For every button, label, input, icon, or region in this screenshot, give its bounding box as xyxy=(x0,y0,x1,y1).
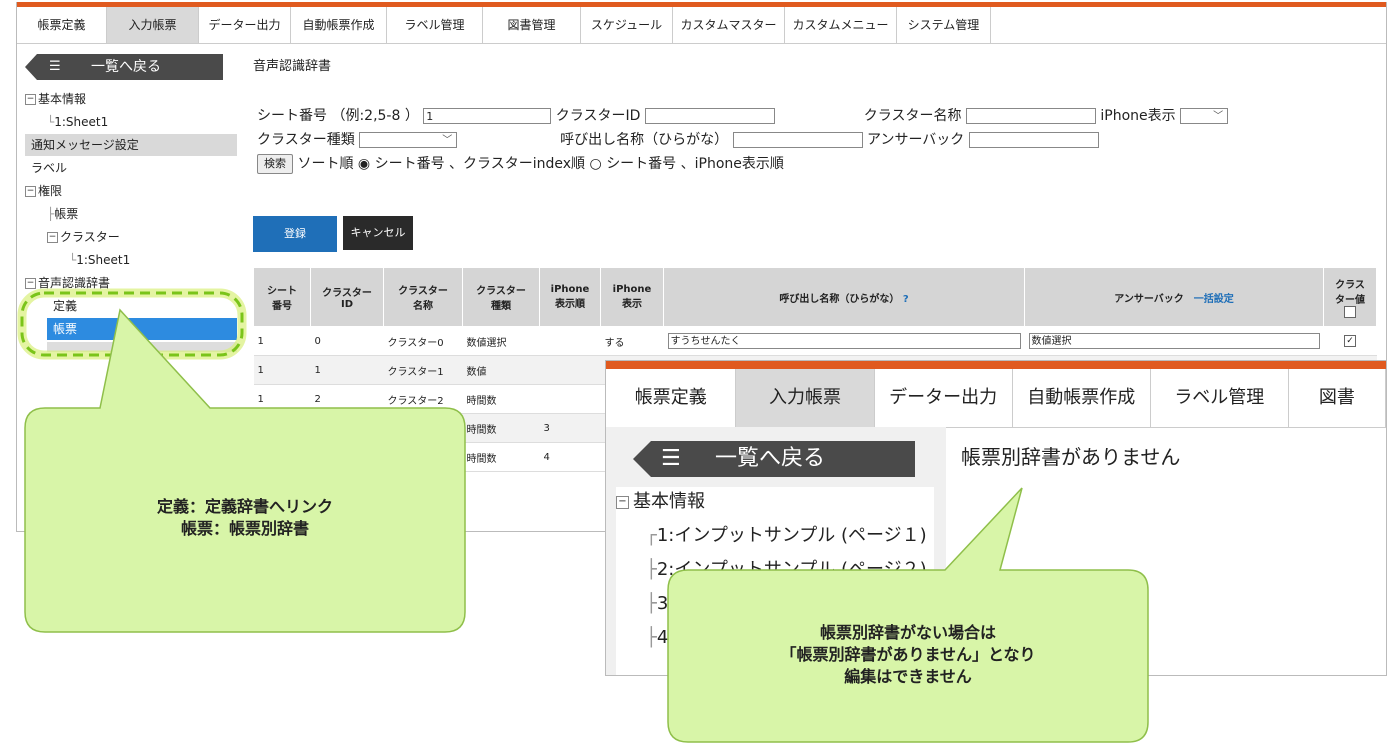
callout-left-text: 定義：定義辞書へリンク 帳票：帳票別辞書 xyxy=(156,497,333,538)
callout-right xyxy=(667,487,1149,743)
callout-right-text: 帳票別辞書がない場合は 「帳票別辞書がありません」となり 編集はできません xyxy=(780,623,1036,686)
